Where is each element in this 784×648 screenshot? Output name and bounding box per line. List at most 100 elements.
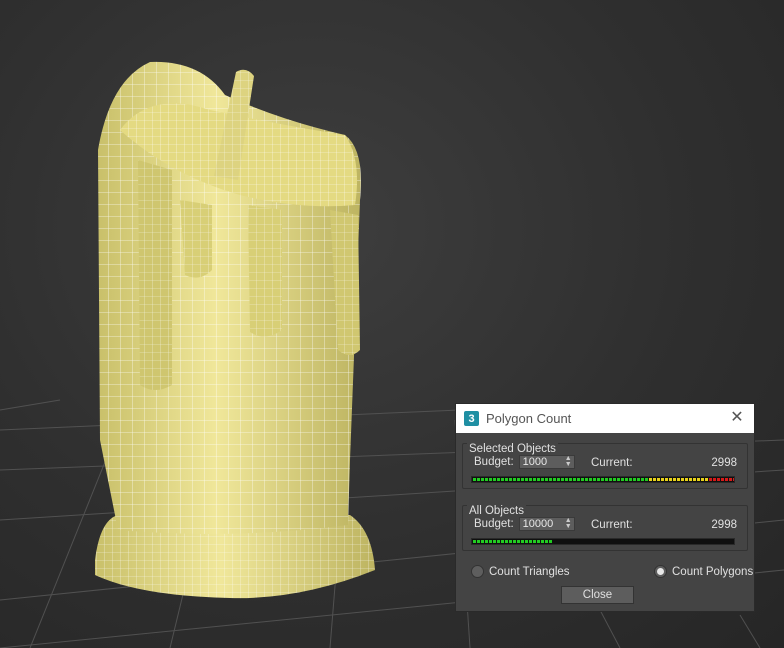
selected-meter-segment — [637, 478, 640, 481]
all-meter-segment — [489, 540, 492, 543]
polygon-count-dialog: 3 Polygon Count ✕ Selected Objects Budge… — [455, 403, 755, 612]
all-meter-segment — [473, 540, 476, 543]
selected-meter-segment — [557, 478, 560, 481]
selected-meter-segment — [553, 478, 556, 481]
selected-meter-segment — [525, 478, 528, 481]
all-meter-segment — [481, 540, 484, 543]
all-meter-segment — [541, 540, 544, 543]
selected-meter-segment — [697, 478, 700, 481]
all-meter-segment — [517, 540, 520, 543]
selected-meter-segment — [701, 478, 704, 481]
selected-meter-segment — [521, 478, 524, 481]
selected-meter-segment — [597, 478, 600, 481]
all-objects-group: All Objects Budget: 10000 ▲ ▼ Current: 29… — [462, 505, 748, 551]
selected-objects-title: Selected Objects — [467, 443, 558, 455]
spinner-arrows-icon[interactable]: ▲ ▼ — [565, 517, 572, 530]
close-icon[interactable]: ✕ — [728, 409, 746, 427]
all-meter-segment — [533, 540, 536, 543]
all-budget-spinner[interactable]: 10000 ▲ ▼ — [518, 517, 575, 531]
selected-meter-segment — [685, 478, 688, 481]
selected-budget-spinner[interactable]: 1000 ▲ ▼ — [518, 455, 575, 469]
selected-meter-segment — [537, 478, 540, 481]
all-meter-segment — [477, 540, 480, 543]
selected-meter-segment — [629, 478, 632, 481]
selected-meter-segment — [601, 478, 604, 481]
selected-meter-segment — [577, 478, 580, 481]
selected-objects-group: Selected Objects Budget: 1000 ▲ ▼ Current… — [462, 443, 748, 489]
selected-count-meter — [471, 476, 735, 483]
count-polygons-radio[interactable] — [654, 565, 667, 578]
selected-meter-segment — [721, 478, 724, 481]
selected-budget-row: Budget: 1000 ▲ ▼ — [474, 455, 575, 469]
selected-meter-segment — [713, 478, 716, 481]
selected-meter-segment — [533, 478, 536, 481]
selected-meter-segment — [497, 478, 500, 481]
selected-meter-segment — [509, 478, 512, 481]
selected-meter-segment — [689, 478, 692, 481]
all-meter-segment — [505, 540, 508, 543]
selected-meter-segment — [541, 478, 544, 481]
selected-meter-segment — [561, 478, 564, 481]
selected-meter-segment — [501, 478, 504, 481]
selected-meter-segment — [605, 478, 608, 481]
selected-meter-segment — [641, 478, 644, 481]
selected-budget-value: 1000 — [522, 456, 548, 468]
selected-current-label: Current: — [591, 457, 633, 469]
selected-meter-segment — [621, 478, 624, 481]
selected-meter-segment — [581, 478, 584, 481]
all-meter-segment — [493, 540, 496, 543]
budget-label: Budget: — [474, 518, 514, 530]
selected-meter-segment — [609, 478, 612, 481]
all-meter-segment — [537, 540, 540, 543]
selected-meter-segment — [725, 478, 728, 481]
all-current-label: Current: — [591, 519, 633, 531]
all-meter-segment — [545, 540, 548, 543]
selected-meter-segment — [481, 478, 484, 481]
budget-label: Budget: — [474, 456, 514, 468]
selected-meter-segment — [661, 478, 664, 481]
selected-meter-segment — [617, 478, 620, 481]
selected-meter-segment — [717, 478, 720, 481]
all-meter-segment — [529, 540, 532, 543]
all-meter-segment — [525, 540, 528, 543]
all-meter-segment — [521, 540, 524, 543]
selected-meter-segment — [693, 478, 696, 481]
selected-meter-segment — [669, 478, 672, 481]
selected-meter-segment — [593, 478, 596, 481]
selected-meter-segment — [549, 478, 552, 481]
selected-current-value: 2998 — [711, 457, 737, 469]
selected-meter-segment — [677, 478, 680, 481]
selected-meter-segment — [633, 478, 636, 481]
app-icon: 3 — [464, 411, 479, 426]
count-triangles-label: Count Triangles — [489, 565, 570, 578]
selected-meter-segment — [493, 478, 496, 481]
all-meter-segment — [497, 540, 500, 543]
selected-meter-segment — [545, 478, 548, 481]
selected-meter-segment — [529, 478, 532, 481]
selected-meter-segment — [513, 478, 516, 481]
dialog-titlebar[interactable]: 3 Polygon Count ✕ — [456, 404, 754, 433]
all-count-meter — [471, 538, 735, 545]
all-objects-title: All Objects — [467, 505, 526, 517]
selected-meter-segment — [709, 478, 712, 481]
selected-meter-segment — [505, 478, 508, 481]
all-meter-segment — [549, 540, 552, 543]
count-polygons-label: Count Polygons — [672, 565, 754, 578]
selected-meter-segment — [573, 478, 576, 481]
all-current-value: 2998 — [711, 519, 737, 531]
count-triangles-radio[interactable] — [471, 565, 484, 578]
dialog-title: Polygon Count — [486, 411, 572, 426]
count-triangles-option[interactable]: Count Triangles — [471, 565, 570, 578]
all-meter-segment — [513, 540, 516, 543]
selected-meter-segment — [665, 478, 668, 481]
selected-meter-segment — [673, 478, 676, 481]
selected-meter-segment — [585, 478, 588, 481]
selected-meter-segment — [477, 478, 480, 481]
selected-meter-segment — [681, 478, 684, 481]
spinner-arrows-icon[interactable]: ▲ ▼ — [565, 455, 572, 468]
close-button[interactable]: Close — [561, 586, 634, 604]
selected-meter-segment — [473, 478, 476, 481]
count-polygons-option[interactable]: Count Polygons — [654, 565, 753, 578]
all-meter-segment — [485, 540, 488, 543]
candle-model — [95, 61, 375, 599]
